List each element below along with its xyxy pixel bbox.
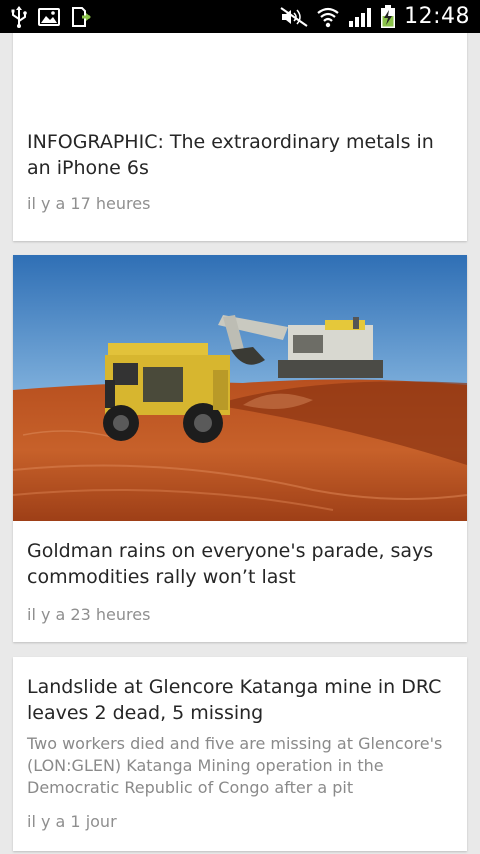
news-card[interactable]: Landslide at Glencore Katanga mine in DR…: [13, 657, 467, 851]
article-timestamp: il y a 23 heures: [27, 605, 151, 624]
article-image[interactable]: [13, 255, 467, 521]
article-timestamp: il y a 17 heures: [27, 194, 151, 213]
image-icon: [38, 7, 60, 26]
status-bar: 12:48: [0, 0, 480, 33]
battery-icon: [380, 4, 396, 29]
wifi-icon: [316, 6, 340, 28]
status-bar-system: 12:48: [280, 4, 480, 29]
status-time: 12:48: [404, 4, 470, 29]
signal-icon: [348, 7, 372, 27]
article-timestamp: il y a 1 jour: [27, 812, 117, 831]
article-title[interactable]: INFOGRAPHIC: The extraordinary metals in…: [13, 129, 467, 181]
news-feed[interactable]: INFOGRAPHIC: The extraordinary metals in…: [0, 33, 480, 854]
mute-icon: [280, 6, 308, 27]
news-card[interactable]: Goldman rains on everyone's parade, says…: [13, 255, 467, 642]
article-snippet: Two workers died and five are missing at…: [27, 734, 443, 797]
download-icon: [70, 6, 92, 28]
usb-icon: [10, 5, 28, 28]
article-title[interactable]: Goldman rains on everyone's parade, says…: [13, 538, 467, 590]
status-bar-notifications: [0, 5, 92, 28]
news-card[interactable]: INFOGRAPHIC: The extraordinary metals in…: [13, 33, 467, 241]
article-title[interactable]: Landslide at Glencore Katanga mine in DR…: [13, 674, 467, 726]
